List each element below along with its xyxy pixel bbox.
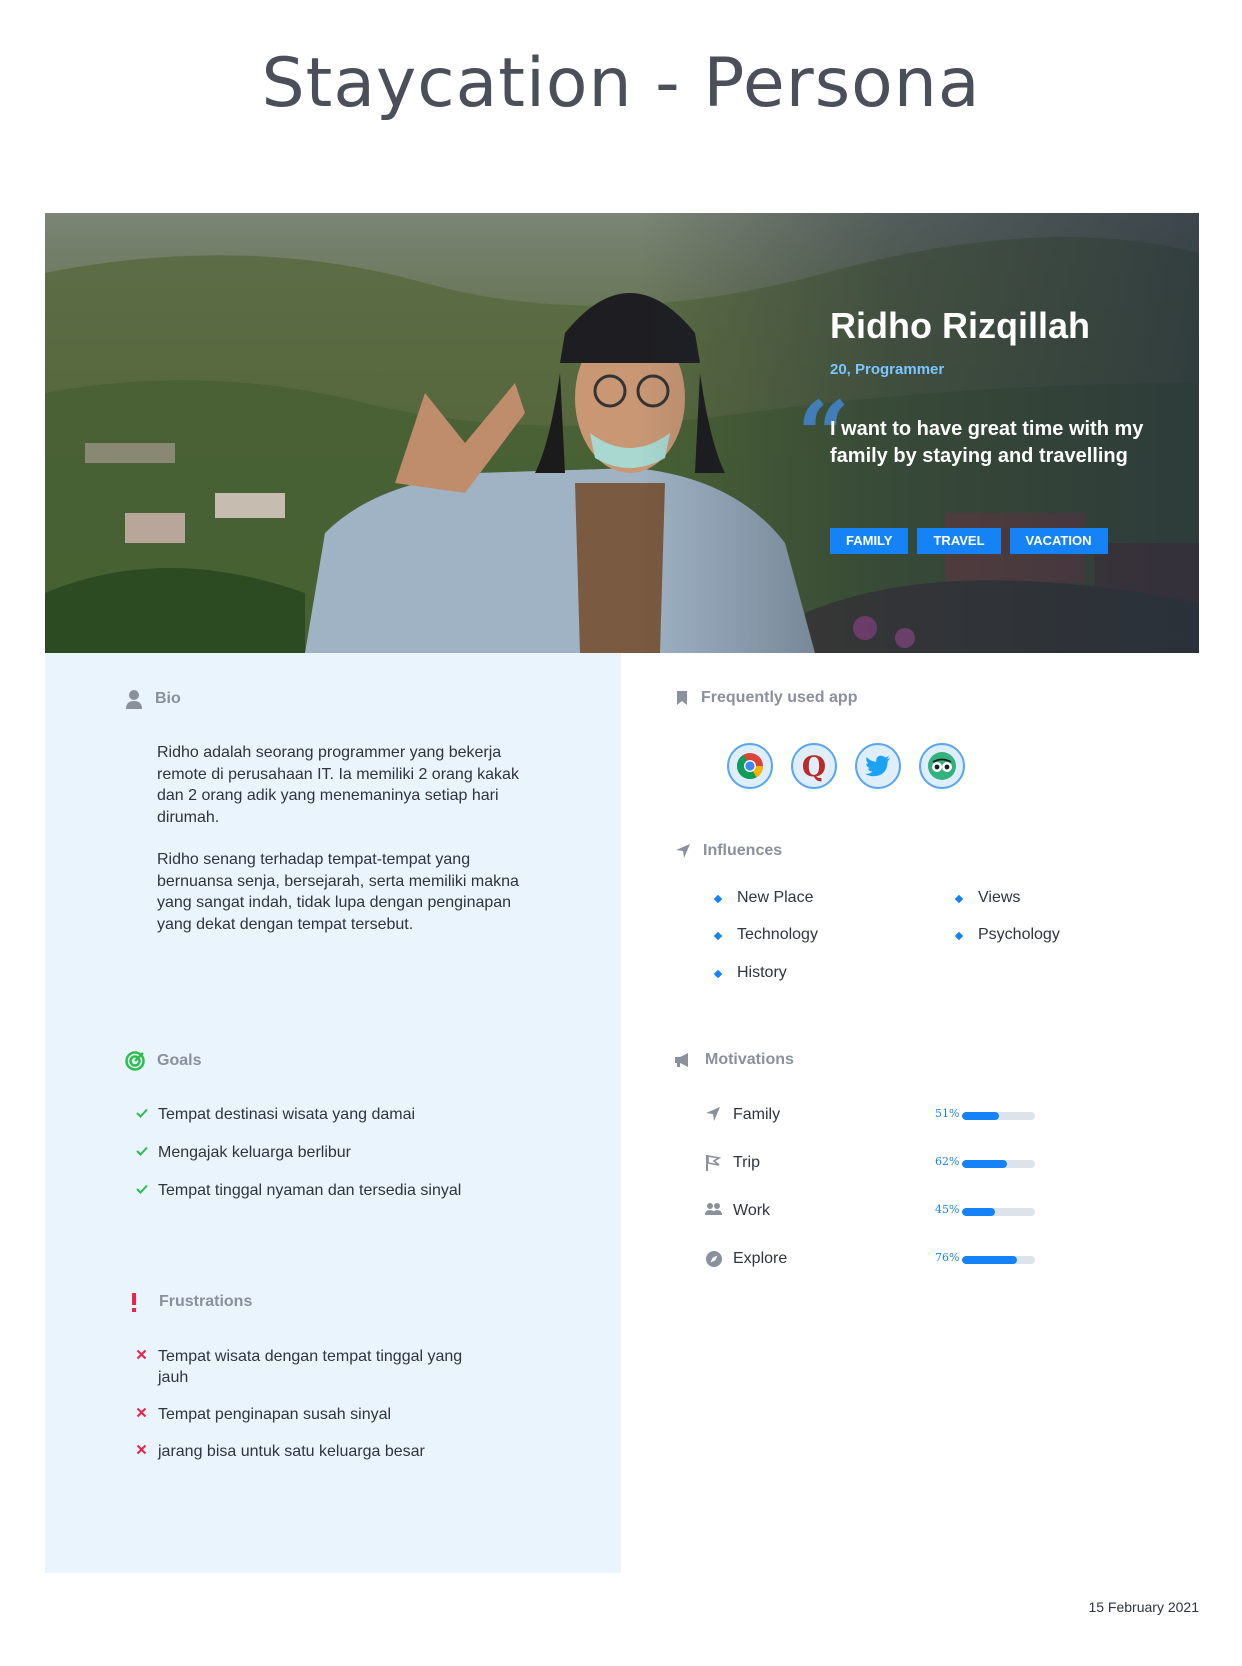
motivation-row: Family 51% <box>705 1104 1035 1128</box>
page-title: Staycation - Persona <box>261 44 981 123</box>
tag-list: FAMILY TRAVEL VACATION <box>830 528 1108 554</box>
apps-heading: Frequently used app <box>675 689 857 707</box>
influences-heading-label: Influences <box>703 842 783 859</box>
motivation-row: Work 45% <box>705 1200 1035 1224</box>
bookmark-icon <box>677 691 687 705</box>
motivation-label: Family <box>733 1106 781 1123</box>
motivations-heading-label: Motivations <box>705 1051 794 1068</box>
tag-vacation: VACATION <box>1009 528 1108 554</box>
target-icon <box>125 1051 145 1071</box>
goals-list: Tempat destinasi wisata yang damai Menga… <box>136 1104 461 1201</box>
bio-paragraph: Ridho senang terhadap tempat-tempat yang… <box>157 851 519 933</box>
cross-icon <box>136 1444 147 1455</box>
progress-track <box>962 1112 1035 1120</box>
twitter-icon[interactable] <box>855 743 901 789</box>
cross-icon <box>136 1407 147 1418</box>
progress-track <box>962 1160 1035 1168</box>
check-icon <box>136 1184 148 1194</box>
persona-name: Ridho Rizqillah <box>830 305 1090 346</box>
list-item: Mengajak keluarga berlibur <box>136 1142 461 1163</box>
check-icon <box>136 1146 148 1156</box>
footer-date: 15 February 2021 <box>1088 1599 1199 1615</box>
navigation-arrow-icon <box>676 844 690 858</box>
list-item: Tempat wisata dengan tempat tinggal yang… <box>136 1346 486 1388</box>
tag-family: FAMILY <box>830 528 909 554</box>
compass-icon <box>706 1251 722 1267</box>
megaphone-icon <box>675 1053 688 1067</box>
progress-track <box>962 1256 1035 1264</box>
hero-banner: Ridho Rizqillah 20, Programmer “ I want … <box>45 213 1199 653</box>
user-icon <box>126 690 142 709</box>
motivation-row: Trip 62% <box>705 1152 1035 1176</box>
influences-heading: Influences <box>675 842 782 860</box>
apps-heading-label: Frequently used app <box>701 689 858 706</box>
motivation-label: Explore <box>733 1250 788 1267</box>
list-item: Tempat tinggal nyaman dan tersedia sinya… <box>136 1180 461 1201</box>
flag-icon <box>706 1155 721 1171</box>
bio-text: Ridho adalah seorang programmer yang bek… <box>157 742 537 956</box>
diamond-bullet <box>713 969 723 979</box>
check-icon <box>136 1108 148 1118</box>
frustrations-list: Tempat wisata dengan tempat tinggal yang… <box>136 1346 486 1462</box>
goals-heading: Goals <box>125 1051 201 1071</box>
diamond-bullet <box>954 894 964 904</box>
progress-fill <box>962 1208 995 1216</box>
motivation-percent: 51% <box>935 1107 960 1120</box>
motivations-heading: Motivations <box>673 1051 794 1069</box>
motivation-percent: 76% <box>935 1251 960 1264</box>
persona-quote: I want to have great time with my family… <box>830 418 1144 467</box>
persona-age-occupation: 20, Programmer <box>830 361 945 378</box>
bio-heading: Bio <box>125 689 181 709</box>
frustrations-heading: Frustrations <box>129 1292 252 1312</box>
exclamation-icon <box>132 1293 136 1312</box>
bio-heading-label: Bio <box>155 690 181 707</box>
progress-fill <box>962 1256 1018 1264</box>
diamond-bullet <box>954 931 964 941</box>
bio-paragraph: Ridho adalah seorang programmer yang bek… <box>157 744 519 826</box>
progress-fill <box>962 1160 1008 1168</box>
people-icon <box>705 1203 722 1215</box>
motivation-label: Work <box>733 1202 771 1219</box>
list-item: Tempat penginapan susah sinyal <box>136 1404 486 1425</box>
motivation-row: Explore 76% <box>705 1248 1035 1272</box>
motivation-percent: 45% <box>935 1203 960 1216</box>
frustrations-heading-label: Frustrations <box>159 1293 253 1310</box>
influence-item: Technology <box>713 926 818 944</box>
motivation-label: Trip <box>733 1154 760 1171</box>
list-item: Tempat destinasi wisata yang damai <box>136 1104 461 1125</box>
cross-icon <box>136 1349 147 1360</box>
goals-heading-label: Goals <box>157 1052 202 1069</box>
influence-item: Psychology <box>954 926 1060 944</box>
influence-item: History <box>713 964 787 982</box>
tripadvisor-icon[interactable] <box>919 743 965 789</box>
diamond-bullet <box>713 931 723 941</box>
navigation-arrow-icon <box>706 1107 720 1121</box>
tag-travel: TRAVEL <box>917 528 1001 554</box>
progress-track <box>962 1208 1035 1216</box>
motivation-percent: 62% <box>935 1155 960 1168</box>
list-item: jarang bisa untuk satu keluarga besar <box>136 1441 486 1462</box>
chrome-icon[interactable] <box>727 743 773 789</box>
progress-fill <box>962 1112 1000 1120</box>
influence-item: New Place <box>713 889 813 907</box>
influence-item: Views <box>954 889 1020 907</box>
app-list: Q <box>727 743 965 789</box>
quora-icon[interactable]: Q <box>791 743 837 789</box>
diamond-bullet <box>713 894 723 904</box>
